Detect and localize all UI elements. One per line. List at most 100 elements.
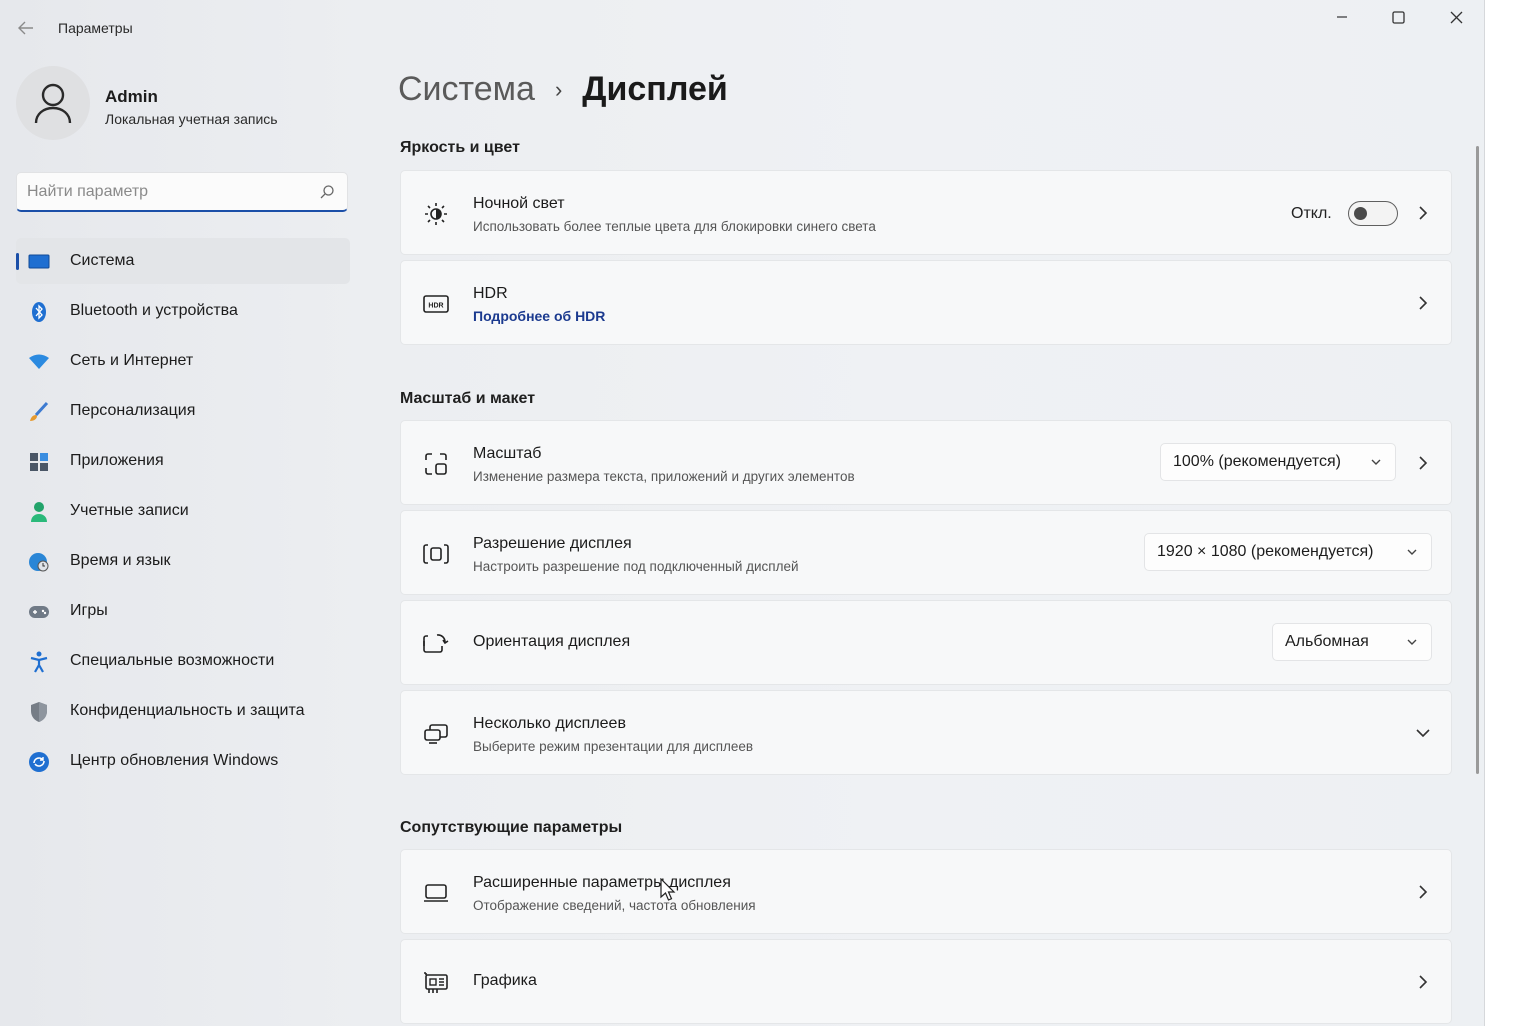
card-subtitle: Настроить разрешение под подключенный ди…	[473, 559, 799, 574]
system-icon	[28, 251, 50, 273]
minimize-button[interactable]	[1314, 0, 1370, 34]
sidebar-item-accounts[interactable]: Учетные записи	[16, 488, 350, 534]
card-title: Разрешение дисплея	[473, 535, 632, 552]
scale-dropdown[interactable]: 100% (рекомендуется)	[1160, 443, 1396, 481]
sidebar-nav: Система Bluetooth и устройства Сеть и Ин…	[16, 238, 350, 788]
sidebar-item-bluetooth[interactable]: Bluetooth и устройства	[16, 288, 350, 334]
multiple-displays-card[interactable]: Несколько дисплеев Выберите режим презен…	[400, 690, 1452, 775]
user-icon	[34, 83, 72, 124]
sidebar-item-label: Центр обновления Windows	[70, 752, 279, 769]
sidebar-item-label: Персонализация	[70, 402, 196, 419]
search-box[interactable]	[16, 172, 348, 212]
sidebar-item-label: Система	[70, 252, 135, 269]
chevron-right-icon	[1413, 293, 1433, 313]
dropdown-value: 1920 × 1080 (рекомендуется)	[1157, 543, 1374, 560]
sidebar-item-windows-update[interactable]: Центр обновления Windows	[16, 738, 350, 784]
maximize-button[interactable]	[1370, 0, 1426, 34]
resolution-dropdown[interactable]: 1920 × 1080 (рекомендуется)	[1144, 533, 1432, 571]
hdr-icon: HDR	[423, 291, 449, 317]
monitor-icon	[423, 880, 449, 906]
brightness-icon	[423, 201, 449, 227]
close-button[interactable]	[1428, 0, 1484, 34]
graphics-card-icon	[423, 970, 449, 996]
card-subtitle: Выберите режим презентации для дисплеев	[473, 739, 754, 754]
chevron-right-icon	[1413, 453, 1433, 473]
avatar[interactable]	[16, 66, 90, 140]
sidebar-item-label: Конфиденциальность и защита	[70, 702, 305, 719]
card-subtitle: Использовать более теплые цвета для блок…	[473, 219, 876, 234]
chevron-right-icon	[1413, 882, 1433, 902]
advanced-display-card[interactable]: Расширенные параметры дисплея Отображени…	[400, 849, 1452, 934]
breadcrumb-parent[interactable]: Система	[398, 70, 535, 109]
apps-icon	[28, 451, 50, 473]
sidebar-item-label: Игры	[70, 602, 108, 619]
card-title: Ориентация дисплея	[473, 633, 631, 650]
update-icon	[28, 751, 50, 773]
resolution-icon	[423, 541, 449, 567]
card-subtitle: Отображение сведений, частота обновления	[473, 898, 756, 913]
multiple-displays-icon	[423, 721, 449, 747]
scrollbar[interactable]	[1476, 146, 1479, 774]
dropdown-value: 100% (рекомендуется)	[1173, 453, 1341, 470]
sidebar-item-personalization[interactable]: Персонализация	[16, 388, 350, 434]
search-input[interactable]	[27, 181, 307, 203]
user-name: Admin	[105, 87, 158, 106]
sidebar-item-privacy[interactable]: Конфиденциальность и защита	[16, 688, 350, 734]
sidebar-item-time-language[interactable]: Время и язык	[16, 538, 350, 584]
hdr-card[interactable]: HDR HDR Подробнее об HDR	[400, 260, 1452, 345]
hdr-learn-more-link[interactable]: Подробнее об HDR	[473, 308, 605, 324]
sidebar-item-label: Bluetooth и устройства	[70, 302, 238, 319]
maximize-icon	[1391, 10, 1405, 24]
sidebar-item-label: Учетные записи	[70, 502, 189, 519]
accessibility-icon	[28, 651, 50, 673]
sidebar-item-system[interactable]: Система	[16, 238, 350, 284]
resolution-card[interactable]: Разрешение дисплея Настроить разрешение …	[400, 510, 1452, 595]
toggle-state-label: Откл.	[1291, 205, 1332, 222]
chevron-down-icon	[1407, 549, 1417, 555]
chevron-down-icon	[1407, 639, 1417, 645]
sidebar-item-label: Время и язык	[70, 552, 171, 569]
toggle-knob	[1354, 207, 1367, 220]
scale-card[interactable]: Масштаб Изменение размера текста, прилож…	[400, 420, 1452, 505]
card-subtitle: Изменение размера текста, приложений и д…	[473, 469, 855, 484]
night-light-card[interactable]: Ночной свет Использовать более теплые цв…	[400, 170, 1452, 255]
shield-icon	[28, 701, 50, 723]
gamepad-icon	[28, 601, 50, 623]
orientation-dropdown[interactable]: Альбомная	[1272, 623, 1432, 661]
sidebar-item-accessibility[interactable]: Специальные возможности	[16, 638, 350, 684]
sidebar-item-apps[interactable]: Приложения	[16, 438, 350, 484]
section-title-brightness: Яркость и цвет	[400, 139, 520, 156]
breadcrumb-separator: ›	[554, 76, 563, 102]
mouse-cursor-icon	[660, 878, 676, 901]
sidebar-item-label: Приложения	[70, 452, 164, 469]
sidebar-item-network[interactable]: Сеть и Интернет	[16, 338, 350, 384]
app-title: Параметры	[58, 20, 133, 36]
card-title: Ночной свет	[473, 195, 565, 212]
minimize-icon	[1337, 16, 1347, 18]
brush-icon	[28, 401, 50, 423]
card-title: Масштаб	[473, 445, 542, 462]
chevron-right-icon	[1413, 972, 1433, 992]
breadcrumb: Система › Дисплей	[398, 70, 728, 109]
card-title: Графика	[473, 972, 537, 989]
account-icon	[28, 501, 50, 523]
chevron-right-icon	[1413, 203, 1433, 223]
sidebar-item-label: Сеть и Интернет	[70, 352, 194, 369]
page-title: Дисплей	[582, 70, 728, 108]
night-light-toggle[interactable]	[1348, 201, 1398, 226]
orientation-icon	[423, 631, 449, 657]
search-icon[interactable]	[319, 184, 335, 200]
chevron-down-icon[interactable]	[1413, 723, 1433, 743]
card-title: HDR	[473, 285, 508, 302]
svg-text:HDR: HDR	[428, 303, 443, 310]
back-button[interactable]	[14, 16, 38, 40]
orientation-card[interactable]: Ориентация дисплея Альбомная	[400, 600, 1452, 685]
section-title-scale-layout: Масштаб и макет	[400, 390, 536, 407]
sidebar-item-gaming[interactable]: Игры	[16, 588, 350, 634]
back-arrow-icon	[18, 21, 33, 35]
title-bar: Параметры	[0, 0, 1484, 52]
scale-icon	[423, 451, 449, 477]
graphics-card[interactable]: Графика	[400, 939, 1452, 1024]
globe-clock-icon	[28, 551, 50, 573]
card-title: Расширенные параметры дисплея	[473, 874, 731, 891]
